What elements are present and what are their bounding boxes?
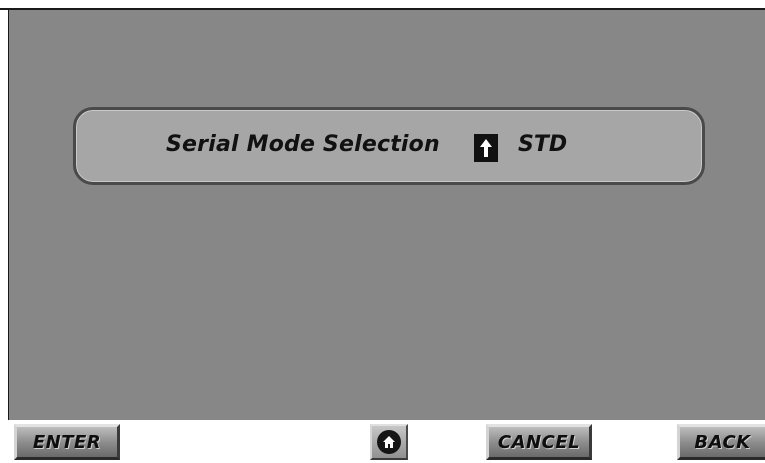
serial-mode-label: Serial Mode Selection [166,132,440,157]
top-border [0,0,765,10]
cancel-button-label: CANCEL [497,431,581,453]
home-button[interactable] [370,424,408,460]
enter-button[interactable]: ENTER [14,424,120,460]
serial-mode-value: STD [518,132,568,157]
cancel-button[interactable]: CANCEL [486,424,592,460]
back-button-label: BACK [694,431,751,453]
serial-mode-panel: Serial Mode Selection STD [73,107,705,185]
back-button[interactable]: BACK [677,424,765,460]
up-arrow-icon [480,139,492,157]
main-area [8,10,765,420]
hmi-screen: Serial Mode Selection STD ENTER CANCEL B… [0,0,765,463]
home-icon [377,430,401,454]
serial-mode-toggle-button[interactable] [474,134,498,162]
enter-button-label: ENTER [32,431,102,453]
